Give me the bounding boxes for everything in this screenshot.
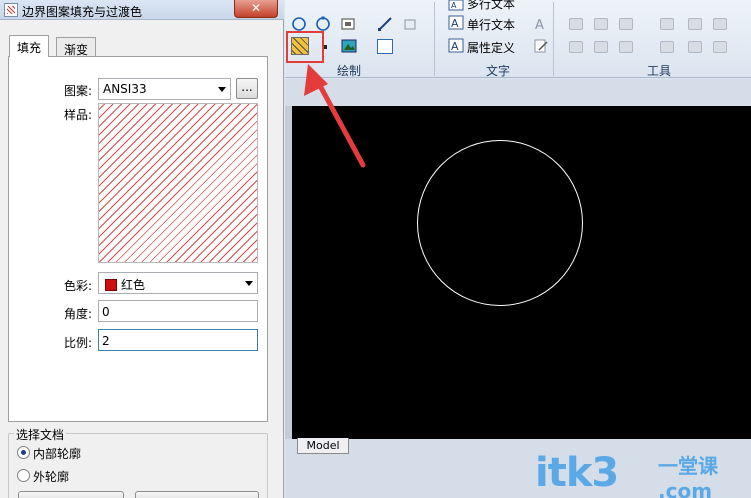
- annotation-arrow: [304, 64, 366, 168]
- tab-fill[interactable]: 填充: [9, 35, 50, 57]
